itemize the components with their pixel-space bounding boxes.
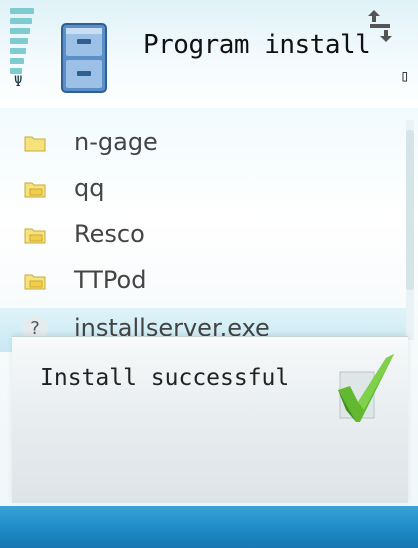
- data-transfer-icon: [368, 10, 392, 42]
- softkey-bar: [0, 506, 418, 548]
- list-item-label: Resco: [74, 220, 145, 248]
- list-item[interactable]: TTPod: [0, 260, 406, 304]
- list-item[interactable]: n-gage: [0, 122, 406, 166]
- list-item-label: qq: [74, 174, 105, 202]
- list-item-label: n-gage: [74, 128, 158, 156]
- phone-screen: Ψ Program install ▯ n-gage qq Resco TTPo…: [0, 0, 418, 548]
- scrollbar-thumb[interactable]: [406, 130, 414, 290]
- folder-icon: [24, 136, 46, 152]
- title-bar: Ψ Program install ▯: [0, 0, 418, 108]
- battery-icon: ▯: [400, 66, 410, 85]
- checkmark-icon: [338, 354, 394, 422]
- page-title: Program install: [143, 30, 371, 60]
- folder-icon: [24, 228, 46, 244]
- antenna-icon: Ψ: [14, 74, 23, 90]
- folder-icon: [24, 274, 46, 290]
- popup-message: Install successful: [40, 365, 290, 391]
- list-item[interactable]: qq: [0, 168, 406, 212]
- list-item[interactable]: Resco: [0, 214, 406, 258]
- list-item-label: TTPod: [74, 266, 147, 294]
- folder-icon: [24, 182, 46, 198]
- file-cabinet-icon: [61, 23, 107, 93]
